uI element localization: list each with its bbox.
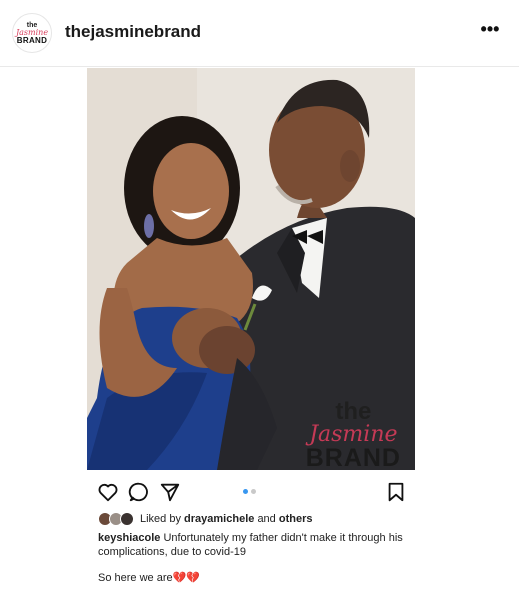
carousel-dot-active — [243, 489, 248, 494]
bookmark-icon[interactable] — [385, 481, 407, 503]
broken-heart-emoji: 💔💔 — [172, 572, 201, 584]
likes-row: Liked by drayamichele and others — [98, 511, 312, 527]
likes-text[interactable]: Liked by drayamichele and others — [140, 513, 312, 525]
username-link[interactable]: thejasminebrand — [65, 22, 201, 42]
likes-connector: and — [257, 513, 276, 525]
caption-line2-text: So here we are — [98, 572, 173, 584]
post-photo[interactable]: the Jasmine BRAND — [87, 68, 415, 470]
watermark-the: the — [335, 398, 372, 425]
caption: keyshiacole Unfortunately my father didn… — [98, 531, 418, 559]
action-bar — [0, 476, 519, 506]
avatar[interactable]: the Jasmine BRAND — [12, 13, 52, 53]
caption-author[interactable]: keyshiacole — [98, 532, 160, 544]
caption-line2: So here we are💔💔 — [98, 571, 200, 584]
likes-prefix: Liked by — [140, 513, 181, 525]
avatar-text-brand: BRAND — [16, 35, 48, 45]
post-header: the Jasmine BRAND thejasminebrand ••• — [0, 0, 519, 67]
share-icon[interactable] — [159, 481, 181, 503]
watermark-jasmine: Jasmine — [309, 422, 398, 447]
watermark: the Jasmine BRAND — [305, 398, 401, 471]
likes-others[interactable]: others — [279, 513, 313, 525]
more-icon[interactable]: ••• — [478, 20, 502, 42]
carousel-dot — [251, 489, 256, 494]
comment-icon[interactable] — [128, 481, 150, 503]
heart-icon[interactable] — [97, 481, 119, 503]
watermark-brand: BRAND — [305, 444, 401, 471]
liker-username[interactable]: drayamichele — [184, 513, 254, 525]
carousel-indicator — [243, 489, 256, 494]
liker-avatar — [120, 512, 134, 526]
